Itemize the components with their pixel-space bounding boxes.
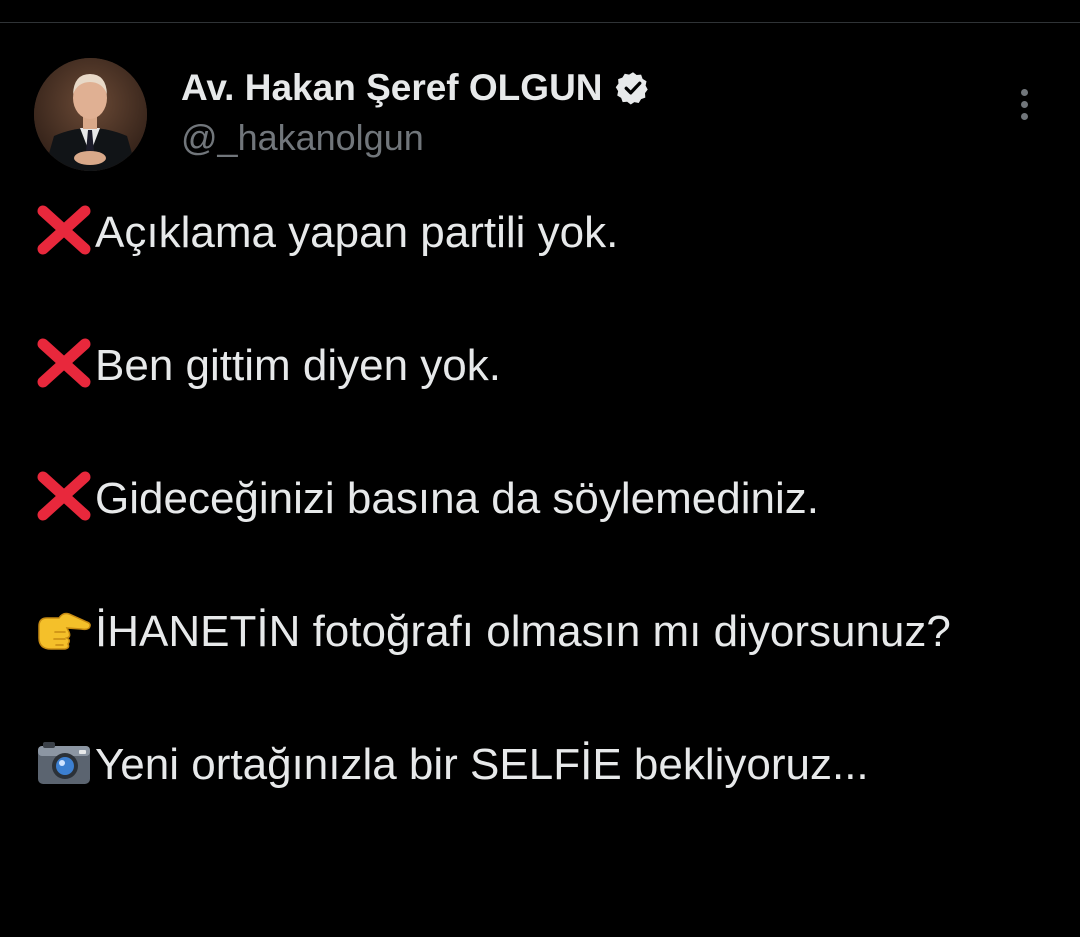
cross-mark-emoji-icon: [35, 205, 93, 255]
author-display-name[interactable]: Av. Hakan Şeref OLGUN: [181, 66, 651, 110]
tweet-line: Ben gittim diyen yok.: [35, 333, 1045, 399]
cross-mark-emoji-icon: [35, 471, 93, 521]
tweet-line-text: İHANETİN fotoğrafı olmasın mı diyorsunuz…: [95, 607, 951, 656]
tweet-line: Gideceğinizi basına da söylemediniz.: [35, 466, 1045, 532]
top-divider: [0, 22, 1080, 23]
author-handle[interactable]: @_hakanolgun: [181, 116, 424, 160]
more-dot: [1020, 88, 1028, 96]
more-options-icon[interactable]: [1008, 82, 1040, 126]
tweet-line-text: Gideceğinizi basına da söylemediniz.: [95, 474, 819, 523]
pointing-right-emoji-icon: [35, 604, 93, 654]
verified-badge-icon[interactable]: [615, 70, 651, 106]
camera-emoji-icon: [35, 737, 93, 787]
avatar[interactable]: [34, 58, 147, 171]
cross-mark-emoji-icon: [35, 338, 93, 388]
tweet-line: İHANETİN fotoğrafı olmasın mı diyorsunuz…: [35, 599, 1045, 665]
more-dot: [1020, 100, 1028, 108]
tweet-line-text: Ben gittim diyen yok.: [95, 341, 501, 390]
tweet-line-text: Yeni ortağınızla bir SELFİE bekliyoruz..…: [95, 740, 869, 789]
tweet-text: Açıklama yapan partili yok. Ben gittim d…: [35, 200, 1045, 798]
tweet-line-text: Açıklama yapan partili yok.: [95, 208, 619, 257]
tweet-line: Açıklama yapan partili yok.: [35, 200, 1045, 266]
more-dot: [1020, 112, 1028, 120]
author-name-text[interactable]: Av. Hakan Şeref OLGUN: [181, 66, 603, 110]
tweet-line: Yeni ortağınızla bir SELFİE bekliyoruz..…: [35, 732, 1045, 798]
